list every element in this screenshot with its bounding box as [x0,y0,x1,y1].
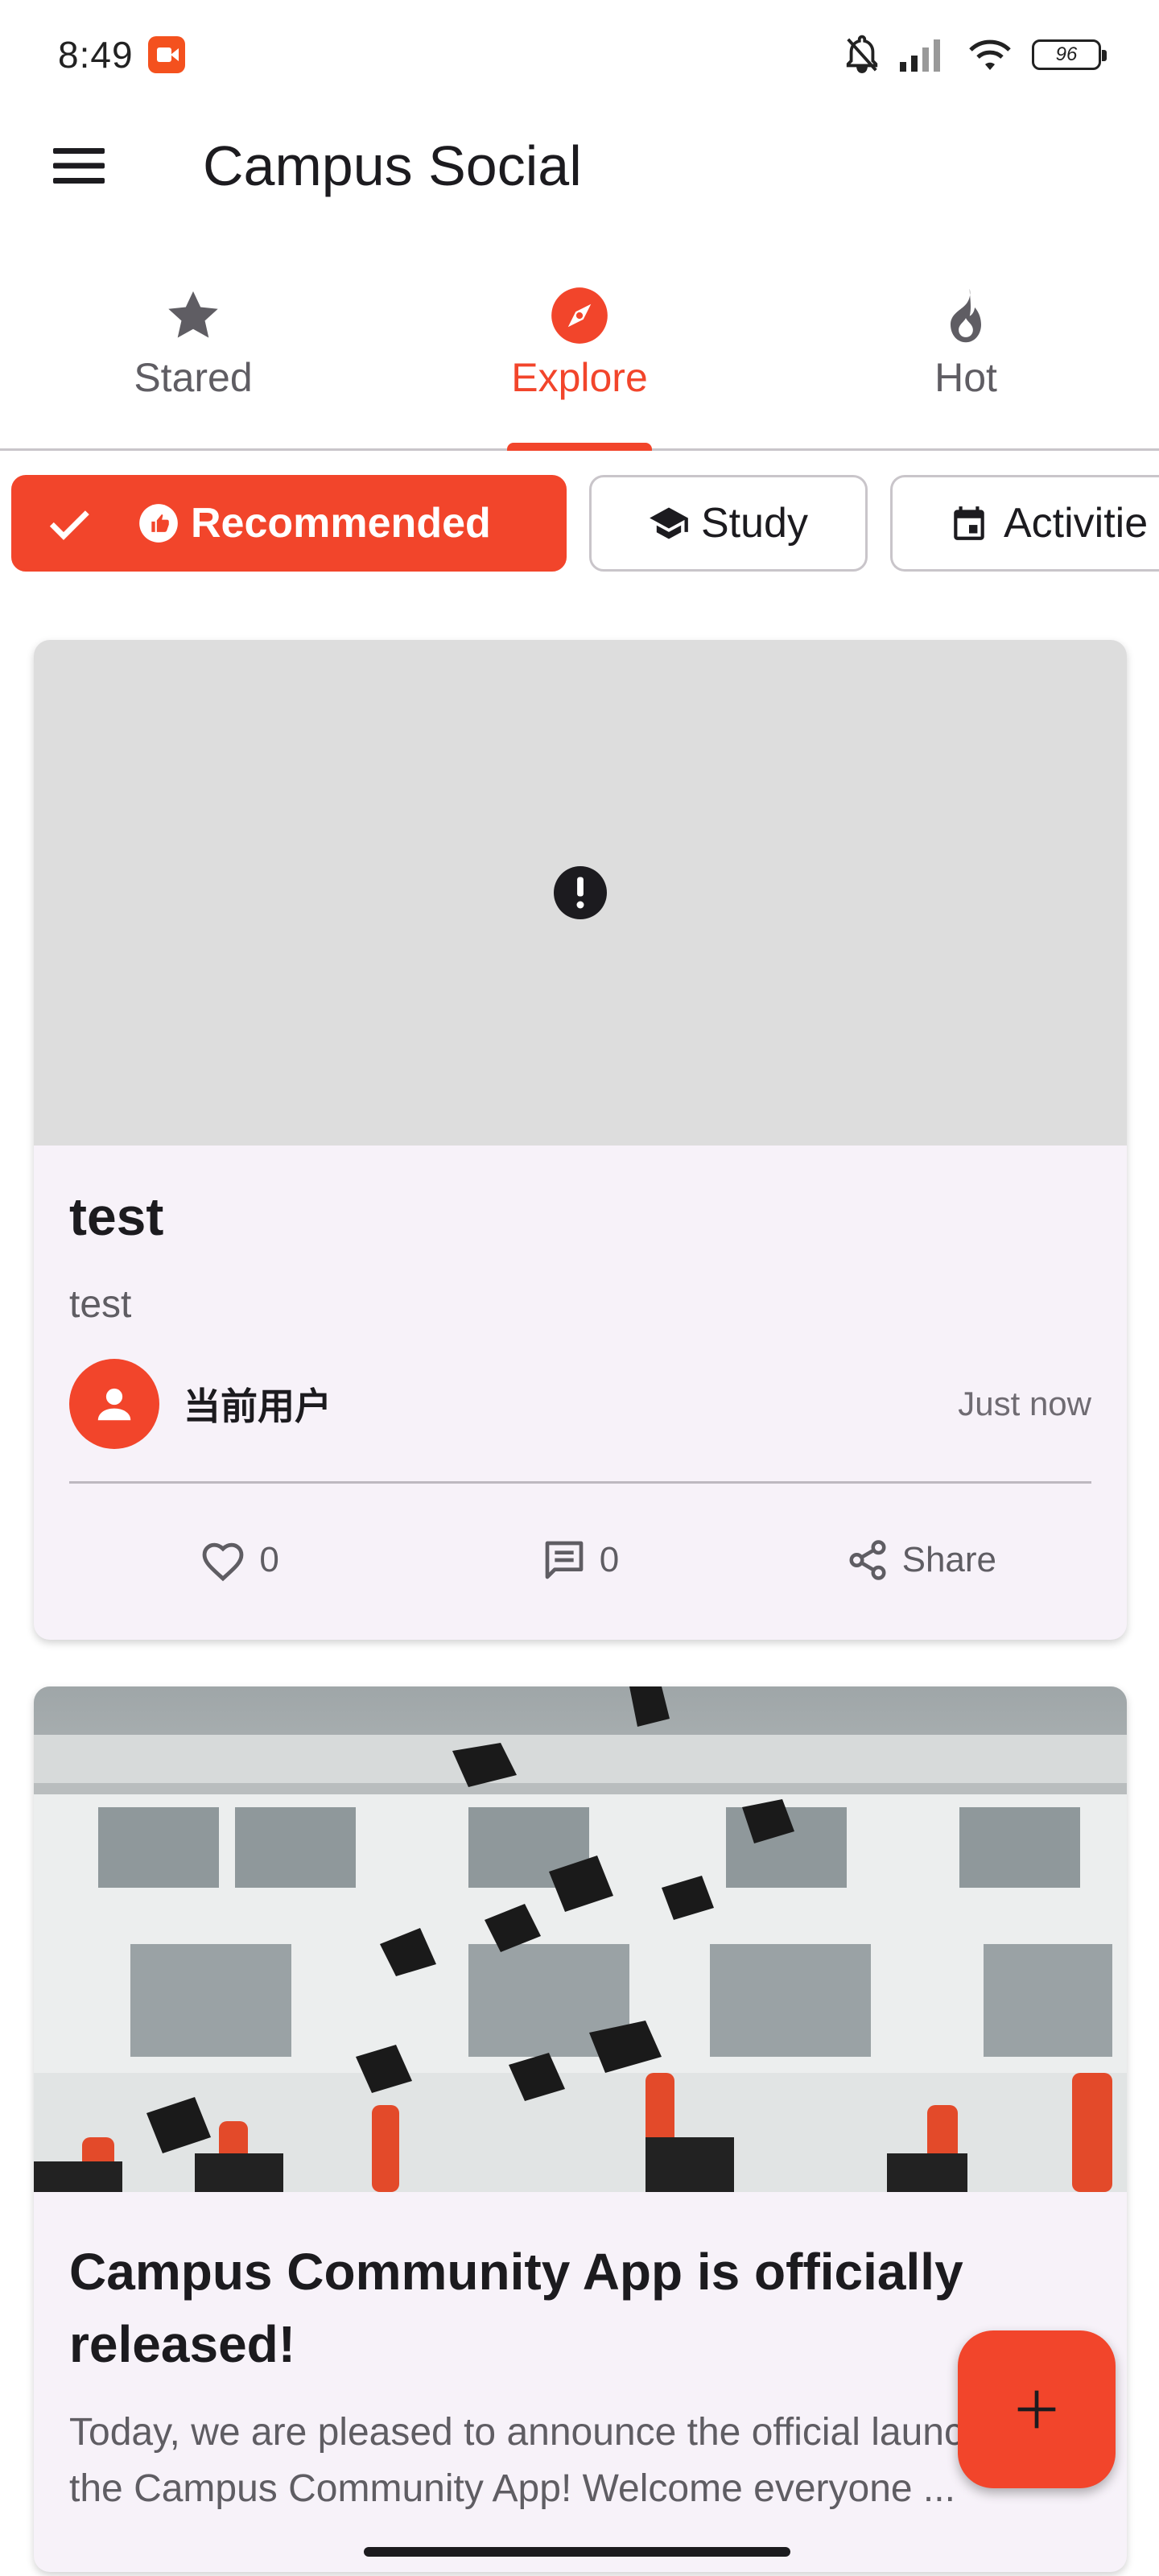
tab-bar: Stared Explore Hot [0,266,1159,451]
error-icon [554,866,607,919]
tab-label: Explore [511,355,648,400]
tab-stared[interactable]: Stared [0,266,386,448]
post-time: Just now [958,1385,1091,1422]
school-icon [650,507,688,539]
post-text: test [69,1283,132,1326]
post-excerpt: Today, we are pleased to announce the of… [69,2411,1029,2510]
graduation-photo [34,1686,1127,2192]
chip-activities[interactable]: Activitie [890,475,1159,572]
wifi-icon [969,39,1011,70]
home-indicator[interactable] [364,2547,790,2557]
flame-icon [951,288,981,343]
post-image [34,1686,1127,2192]
app-bar: Campus Social [0,109,1159,222]
heart-icon [203,1542,244,1582]
post-card[interactable]: test test 当前用户 Just now 0 0 Share [34,640,1127,1640]
person-icon [97,1388,131,1421]
chip-recommended[interactable]: Recommended [11,475,567,572]
chip-label: Activitie [1004,500,1149,547]
check-icon [49,510,89,540]
card-body: test test 当前用户 Just now 0 0 Share [34,1146,1127,1637]
tab-indicator [507,443,652,451]
battery-icon: 96 [1032,39,1107,70]
share-label: Share [901,1540,997,1579]
menu-icon [53,148,105,184]
share-icon [849,1540,886,1580]
filter-chips: Recommended Study Activitie [11,475,1159,572]
share-button[interactable]: Share [751,1538,1091,1582]
chip-label: Study [701,500,808,547]
bell-off-icon [846,35,878,74]
signal-icon [900,39,940,72]
status-icons: 96 [843,35,1107,75]
tab-label: Stared [134,355,253,400]
post-title: Campus Community App is officially relea… [69,2243,963,2373]
tab-hot[interactable]: Hot [773,266,1159,448]
post-actions: 0 0 Share [69,1484,1091,1637]
avatar[interactable] [69,1359,159,1449]
create-post-button[interactable] [958,2330,1116,2488]
tab-explore[interactable]: Explore [386,266,773,451]
comment-icon [545,1541,584,1579]
plus-icon [1017,2390,1056,2429]
author-name: 当前用户 [184,1385,332,1427]
event-icon [954,506,984,540]
image-placeholder [34,640,1127,1146]
chip-label: Recommended [191,500,491,547]
status-time: 8:49 [58,34,134,76]
chip-study[interactable]: Study [589,475,868,572]
author-row: 当前用户 Just now [69,1359,1091,1449]
like-count: 0 [259,1540,279,1579]
recommend-icon [139,504,178,543]
star-icon [168,291,218,338]
screen-record-icon [147,36,185,73]
menu-button[interactable] [23,109,135,222]
comment-count: 0 [599,1540,620,1579]
tab-label: Hot [934,355,997,400]
like-button[interactable]: 0 [69,1538,410,1582]
app-title: Campus Social [203,134,582,197]
compass-icon [551,287,608,344]
comment-button[interactable]: 0 [410,1538,750,1583]
status-bar: 8:49 96 [0,0,1159,109]
post-title: test [69,1187,164,1246]
